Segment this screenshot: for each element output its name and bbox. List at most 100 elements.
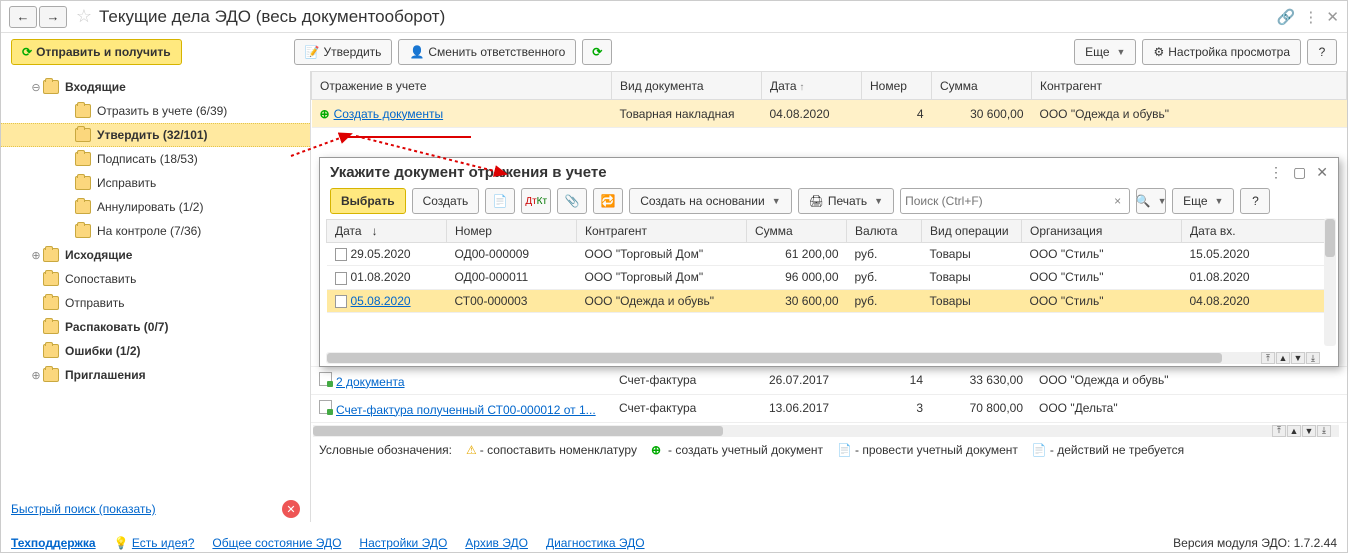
col-sum[interactable]: Сумма [932,72,1032,100]
popup-close-icon[interactable]: ✕ [1316,164,1328,181]
sidebar-item[interactable]: ⊕ Исходящие [1,243,310,267]
copy-button[interactable]: 📄 [485,188,515,214]
folder-icon [75,176,91,190]
link-archive[interactable]: Архив ЭДО [465,536,528,550]
sidebar-item-label: Сопоставить [65,272,136,286]
folder-icon [43,320,59,334]
edo-icon: 🔁 [601,194,616,208]
sidebar-item[interactable]: ⊖Входящие [1,75,310,99]
col-number[interactable]: Номер [862,72,932,100]
sidebar-item[interactable]: Исправить [1,171,310,195]
popup-kebab-icon[interactable]: ⋮ [1269,164,1283,181]
popup-vscrollbar[interactable] [1324,218,1336,346]
table-row[interactable]: 05.08.2020СТ00-000003ООО "Одежда и обувь… [327,289,1332,312]
edo-button[interactable]: 🔁 [593,188,623,214]
print-button[interactable]: 🖨Печать▼ [798,188,894,214]
quick-search-link[interactable]: Быстрый поиск (показать) [11,502,156,516]
popup-maximize-icon[interactable]: ▢ [1293,164,1306,181]
clear-search-icon[interactable]: × [1110,194,1125,208]
table-row[interactable]: 2 документаСчет-фактура26.07.20171433 63… [311,366,1347,394]
clear-filter-icon[interactable]: ✕ [282,500,300,518]
table-row[interactable]: Счет-фактура полученный СТ00-000012 от 1… [311,394,1347,422]
more-button[interactable]: Еще▼ [1074,39,1136,65]
support-link[interactable]: Техподдержка [11,536,96,550]
doc-icon [319,372,332,386]
nav-back-button[interactable]: ← [9,6,37,28]
popup-more-button[interactable]: Еще▼ [1172,188,1234,214]
popup-nav-buttons[interactable]: ⤒▲▼⤓ [1261,352,1320,364]
popup-hscrollbar[interactable] [326,352,1320,364]
pcol-op[interactable]: Вид операции [922,220,1022,243]
refresh-button[interactable]: ⟳ [582,39,612,65]
pcol-sum[interactable]: Сумма [747,220,847,243]
sidebar-item-label: Исходящие [65,248,132,262]
send-receive-button[interactable]: ⟳ Отправить и получить [11,39,182,65]
select-document-popup: Укажите документ отражения в учете ⋮ ▢ ✕… [319,157,1339,367]
pcol-number[interactable]: Номер [447,220,577,243]
pcol-contractor[interactable]: Контрагент [577,220,747,243]
kebab-menu-icon[interactable]: ⋮ [1303,8,1318,26]
pcol-currency[interactable]: Валюта [847,220,922,243]
col-doctype[interactable]: Вид документа [612,72,762,100]
pcol-date[interactable]: Дата ↓ [327,220,447,243]
sidebar-item[interactable]: Отразить в учете (6/39) [1,99,310,123]
table-row[interactable]: 29.05.2020ОД00-000009ООО "Торговый Дом"6… [327,243,1332,266]
horizontal-scrollbar[interactable]: ⤒▲▼⤓ [313,425,1339,437]
help-button[interactable]: ? [1307,39,1337,65]
col-date[interactable]: Дата [762,72,862,100]
select-button[interactable]: Выбрать [330,188,406,214]
create-docs-link[interactable]: Создать документы [334,107,444,121]
idea-link[interactable]: Есть идея? [132,536,195,550]
table-nav-buttons[interactable]: ⤒▲▼⤓ [1272,425,1331,437]
create-based-button[interactable]: Создать на основании▼ [629,188,791,214]
tree-expander-icon[interactable]: ⊖ [29,81,43,94]
link-settings[interactable]: Настройки ЭДО [359,536,447,550]
search-input[interactable] [905,194,1110,208]
view-settings-button[interactable]: ⚙ Настройка просмотра [1142,39,1301,65]
nav-forward-button[interactable]: → [39,6,67,28]
popup-help-button[interactable]: ? [1240,188,1270,214]
sidebar-item[interactable]: Утвердить (32/101) [1,123,310,147]
sidebar-item[interactable]: Сопоставить [1,267,310,291]
link-diag[interactable]: Диагностика ЭДО [546,536,645,550]
tree-expander-icon[interactable]: ⊕ [29,249,43,262]
doc-plain-icon: 📄 [1032,443,1047,457]
sidebar-item[interactable]: Распаковать (0/7) [1,315,310,339]
sidebar-item[interactable]: Ошибки (1/2) [1,339,310,363]
search-button[interactable]: 🔍▼ [1136,188,1166,214]
sidebar-item[interactable]: ⊕Приглашения [1,363,310,387]
doc-link[interactable]: 2 документа [336,375,405,389]
attachment-button[interactable]: 📎 [557,188,587,214]
change-owner-button[interactable]: 👤 Сменить ответственного [398,39,576,65]
sidebar-item-label: Аннулировать (1/2) [97,200,203,214]
sidebar-item[interactable]: Отправить [1,291,310,315]
sidebar-item-label: На контроле (7/36) [97,224,201,238]
sidebar-item[interactable]: Аннулировать (1/2) [1,195,310,219]
pcol-datein[interactable]: Дата вх. [1182,220,1332,243]
sidebar-item[interactable]: Подписать (18/53) [1,147,310,171]
pcol-org[interactable]: Организация [1022,220,1182,243]
create-button[interactable]: Создать [412,188,480,214]
popup-title: Укажите документ отражения в учете [330,164,607,181]
doc-icon [335,272,347,285]
folder-icon [75,128,91,142]
copy-icon: 📄 [493,194,508,208]
attach-icon[interactable]: 🔗 [1277,8,1296,26]
doc-link[interactable]: Счет-фактура полученный СТ00-000012 от 1… [336,403,596,417]
tree-expander-icon[interactable]: ⊕ [29,369,43,382]
dtkt-button[interactable]: ДтКт [521,188,551,214]
col-reflection[interactable]: Отражение в учете [312,72,612,100]
close-window-icon[interactable]: ✕ [1326,8,1339,26]
table-row[interactable]: 01.08.2020ОД00-000011ООО "Торговый Дом"9… [327,266,1332,289]
folder-icon [43,368,59,382]
favorite-star-icon[interactable]: ☆ [73,6,95,27]
sidebar-item[interactable]: На контроле (7/36) [1,219,310,243]
gear-icon: ⚙ [1153,45,1164,59]
approve-button[interactable]: 📝 Утвердить [294,39,393,65]
doc-icon [319,400,332,414]
link-overall[interactable]: Общее состояние ЭДО [212,536,341,550]
table-row[interactable]: ⊕Создать документы Товарная накладная 04… [312,100,1347,128]
search-input-wrapper[interactable]: × [900,188,1130,214]
col-contractor[interactable]: Контрагент [1032,72,1347,100]
sidebar-item-label: Ошибки (1/2) [65,344,141,358]
